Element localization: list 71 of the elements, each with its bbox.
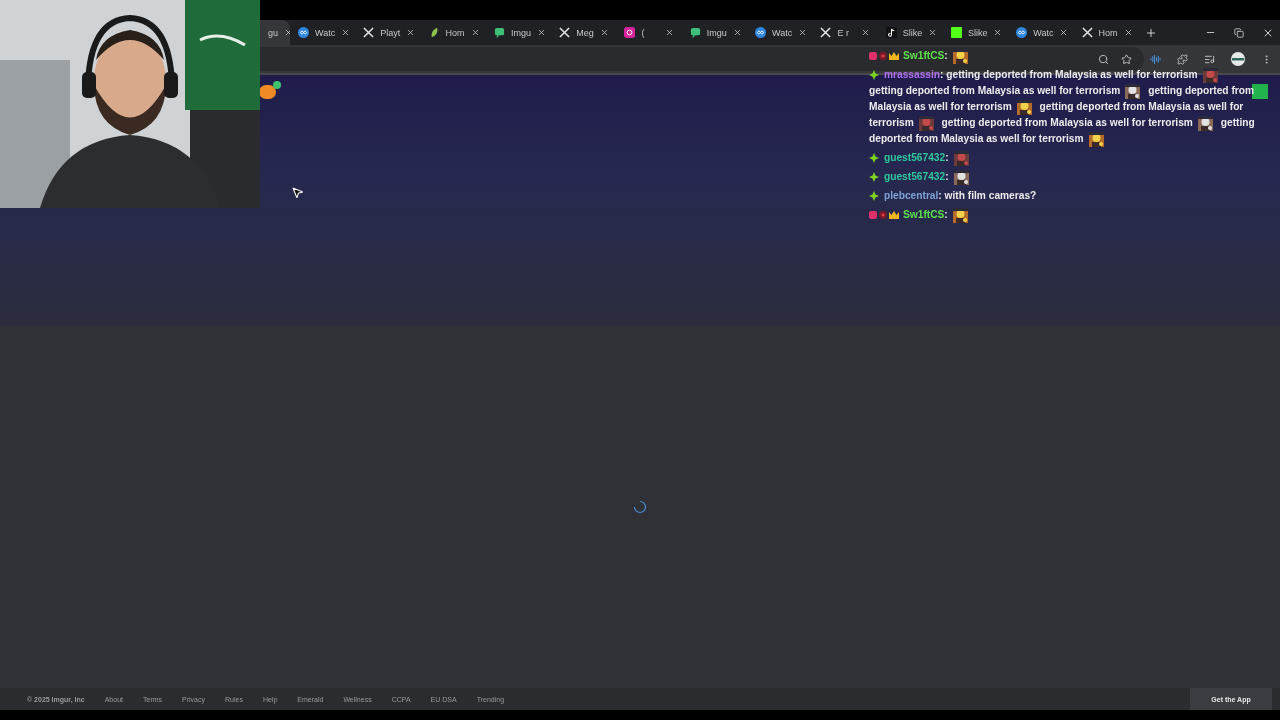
message-text: :: [945, 152, 949, 163]
chat-bubble-icon: [689, 27, 701, 38]
plus-icon[interactable]: [1144, 26, 1157, 39]
close-icon[interactable]: [406, 28, 416, 37]
message-text: : with film cameras?: [938, 190, 1037, 201]
close-icon[interactable]: [599, 28, 609, 37]
sparkle-icon: [869, 191, 879, 202]
cross-icon: [559, 27, 571, 38]
sparkle-icon: [869, 172, 879, 183]
highlight-marker: [1252, 84, 1268, 99]
close-icon[interactable]: [928, 28, 938, 37]
restore-icon[interactable]: [1234, 27, 1244, 38]
avatar-icon[interactable]: [1231, 52, 1245, 66]
message-text: getting deported from Malaysia as well for terrorism: [869, 85, 1121, 96]
cursor-icon: [291, 186, 304, 199]
star-icon[interactable]: [1121, 53, 1132, 65]
close-icon[interactable]: [798, 28, 808, 37]
cross-icon: [363, 27, 375, 38]
message-text: :: [945, 171, 949, 182]
cross-icon: [1081, 27, 1093, 38]
close-icon[interactable]: [536, 28, 546, 37]
browser-tab[interactable]: Imgu: [681, 20, 748, 45]
search-icon[interactable]: [1098, 53, 1109, 65]
close-icon[interactable]: [1059, 28, 1069, 37]
browser-tab[interactable]: (: [616, 20, 682, 45]
avatar-icon[interactable]: [259, 80, 283, 100]
browser-tab[interactable]: Imgu: [485, 20, 552, 45]
close-icon[interactable]: [732, 28, 742, 37]
browser-tab[interactable]: Meg: [551, 20, 617, 45]
browser-tab[interactable]: E r: [812, 20, 878, 45]
infinity-icon: [298, 27, 309, 38]
loading-spinner: [633, 499, 647, 514]
browser-tab[interactable]: Hom: [420, 20, 486, 45]
message-text: getting: [1220, 117, 1255, 128]
playlist-icon[interactable]: [1204, 53, 1215, 65]
browser-tab[interactable]: Watc: [747, 20, 813, 45]
note-icon: [885, 27, 897, 38]
puzzle-icon[interactable]: [1177, 53, 1188, 65]
message-text: :: [944, 209, 948, 220]
browser-tab[interactable]: Watc: [1008, 20, 1074, 45]
message-text: : getting deported from Malaysia as well for terrorism: [940, 69, 1198, 80]
message-text: Malaysia as well for terrorism: [869, 101, 1012, 112]
infinity-icon: [1016, 27, 1028, 38]
message-text: getting deported from Malaysia as well for terrorism: [941, 117, 1193, 128]
sound-icon[interactable]: [1150, 53, 1161, 65]
message-text: deported from Malaysia as well for terrorism: [869, 133, 1084, 144]
browser-tab[interactable]: Hom: [1073, 20, 1139, 45]
sparkle-icon: [869, 70, 879, 81]
cross-icon: [820, 27, 832, 38]
close-icon[interactable]: [341, 28, 351, 37]
square-icon: [950, 27, 962, 38]
message-text: getting deported from Malaysia as well for: [1039, 101, 1244, 112]
close-icon[interactable]: [664, 28, 674, 37]
browser-tab[interactable]: Playt: [355, 20, 421, 45]
close-icon[interactable]: [860, 28, 870, 37]
browser-tab[interactable]: Watc: [290, 20, 356, 45]
message-text: :: [944, 50, 948, 61]
browser-tab[interactable]: Slike: [942, 20, 1009, 45]
chat-bubble-icon: [493, 27, 505, 38]
camera-icon: [624, 27, 636, 38]
message-text: terrorism: [869, 117, 914, 128]
browser-tab[interactable]: gu: [260, 20, 290, 45]
infinity-icon: [755, 27, 767, 38]
close-icon[interactable]: [470, 28, 480, 37]
browser-tab[interactable]: Slike: [877, 20, 943, 45]
address-bar[interactable]: [260, 47, 1144, 71]
badges-icon: [869, 210, 899, 221]
close-icon[interactable]: [993, 28, 1003, 37]
sparkle-icon: [869, 153, 879, 164]
badges-icon: [869, 51, 899, 62]
close-icon[interactable]: [1123, 28, 1133, 37]
